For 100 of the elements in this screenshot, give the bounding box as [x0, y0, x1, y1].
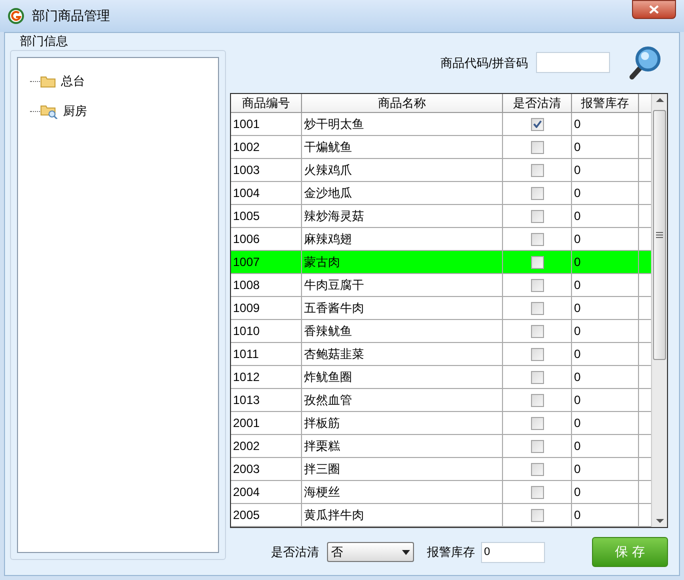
table-cell-text: 1007: [232, 254, 261, 271]
table-cell-text: 五香酱牛肉: [303, 300, 365, 317]
stock-field[interactable]: 0: [481, 542, 545, 562]
scroll-up-icon: [656, 98, 664, 102]
scroll-down-icon: [656, 519, 664, 523]
table-row[interactable]: 2005 黄瓜拌牛肉 0: [231, 504, 651, 527]
table-cell-text: 牛肉豆腐干: [303, 277, 365, 294]
table-row[interactable]: 2002 拌栗糕 0: [231, 435, 651, 458]
checkbox[interactable]: [530, 348, 544, 360]
table-cell-text: 拌板筋: [303, 415, 341, 432]
table-cell-text: 拌栗糕: [303, 438, 341, 455]
table-cell-text: 1005: [232, 208, 261, 225]
table-cell-text: 金沙地瓜: [303, 185, 353, 202]
column-header[interactable]: 是否沽清: [503, 94, 572, 112]
scrollbar[interactable]: [651, 94, 667, 527]
table-cell-text: 1004: [232, 185, 261, 202]
table-cell-text: 火辣鸡爪: [303, 162, 353, 179]
table-row[interactable]: 1013 孜然血管 0: [231, 389, 651, 412]
table-cell-text: 1011: [232, 346, 260, 363]
tree-item[interactable]: 厨房: [62, 102, 88, 120]
window-title: 部门商品管理: [32, 7, 110, 26]
table-cell-text: 2003: [232, 461, 261, 478]
checkbox[interactable]: [530, 486, 544, 498]
table-cell-text: 0: [573, 139, 582, 156]
table-cell-text: 1008: [232, 277, 261, 294]
search-label: 商品代码/拼音码: [440, 54, 528, 72]
table-row[interactable]: 2004 海梗丝 0: [231, 481, 651, 504]
table-row[interactable]: 1007 蒙古肉 0: [231, 251, 651, 274]
checkbox[interactable]: [530, 302, 544, 314]
dropdown-caret-icon: [402, 550, 410, 554]
soldout-label: 是否沽清: [271, 544, 319, 561]
table-cell-text: 0: [573, 369, 582, 386]
table-cell-text: 香辣鱿鱼: [303, 323, 353, 340]
tree-item[interactable]: 总台: [60, 72, 86, 90]
table-row[interactable]: 2001 拌板筋 0: [231, 412, 651, 435]
table-row[interactable]: 1008 牛肉豆腐干 0: [231, 274, 651, 297]
table-cell-text: 炸鱿鱼圈: [303, 369, 353, 386]
table-row[interactable]: 1001 炒干明太鱼 0: [231, 113, 651, 136]
table-cell-text: 0: [573, 438, 582, 455]
checkbox[interactable]: [530, 416, 544, 430]
column-header[interactable]: 商品名称: [302, 94, 503, 112]
stock-label: 报警库存: [427, 544, 475, 561]
close-icon: [649, 5, 659, 14]
table-cell-text: 0: [573, 162, 582, 179]
app-logo-icon: [8, 8, 24, 24]
table-cell-text: 0: [573, 208, 582, 225]
grip-icon: [656, 232, 663, 238]
checkbox[interactable]: [530, 440, 544, 452]
table-cell-text: 1009: [232, 300, 261, 317]
table-row[interactable]: 1006 麻辣鸡翅 0: [231, 228, 651, 251]
table-cell-text: 0: [573, 254, 582, 271]
checkbox[interactable]: [530, 370, 544, 384]
table-row[interactable]: 1005 辣炒海灵菇 0: [231, 205, 651, 228]
table-cell-text: 麻辣鸡翅: [303, 231, 353, 248]
checkbox[interactable]: [530, 256, 544, 268]
table-cell-text: 炒干明太鱼: [303, 116, 365, 133]
close-button[interactable]: [632, 0, 676, 19]
table-cell-text: 0: [573, 323, 582, 340]
checkbox[interactable]: [530, 394, 544, 406]
checkbox[interactable]: [530, 118, 544, 130]
checkbox[interactable]: [530, 164, 544, 176]
table-row[interactable]: 1003 火辣鸡爪 0: [231, 159, 651, 182]
table-row[interactable]: 1012 炸鱿鱼圈 0: [231, 366, 651, 389]
table-cell-text: 黄瓜拌牛肉: [303, 507, 365, 524]
search-icon: [627, 44, 663, 80]
table-cell-text: 0: [573, 415, 582, 432]
table-row[interactable]: 1010 香辣鱿鱼 0: [231, 320, 651, 343]
table-cell-text: 蒙古肉: [303, 254, 341, 271]
soldout-dropdown[interactable]: 否: [327, 542, 414, 562]
table-row[interactable]: 1004 金沙地瓜 0: [231, 182, 651, 205]
table-cell-text: 干煸鱿鱼: [303, 139, 353, 156]
table-cell-text: 辣炒海灵菇: [303, 208, 365, 225]
table-row[interactable]: 1002 干煸鱿鱼 0: [231, 136, 651, 159]
table-cell-text: 0: [573, 346, 582, 363]
checkbox[interactable]: [530, 186, 544, 200]
table-cell-text: 0: [573, 300, 582, 317]
checkbox[interactable]: [530, 508, 544, 522]
table-cell-text: 海梗丝: [303, 484, 341, 501]
checkbox[interactable]: [530, 278, 544, 292]
column-header[interactable]: 报警库存: [572, 94, 639, 112]
checkbox[interactable]: [530, 210, 544, 222]
table-row[interactable]: 2003 拌三圈 0: [231, 458, 651, 481]
checkbox[interactable]: [530, 324, 544, 338]
folder-search-icon: [40, 104, 58, 118]
folder-icon: [40, 74, 56, 88]
column-header[interactable]: 商品编号: [231, 94, 302, 112]
table-cell-text: 0: [573, 116, 582, 133]
group-title: 部门信息: [20, 33, 69, 49]
table-row[interactable]: 1011 杏鲍菇韭菜 0: [231, 343, 651, 366]
scroll-thumb[interactable]: [653, 110, 666, 360]
table-cell-text: 杏鲍菇韭菜: [303, 346, 365, 363]
table-cell-text: 孜然血管: [303, 392, 353, 409]
table-cell-text: 0: [573, 231, 582, 248]
checkbox[interactable]: [530, 462, 544, 476]
table-cell-text: 1012: [232, 369, 261, 386]
table-row[interactable]: 1009 五香酱牛肉 0: [231, 297, 651, 320]
checkbox[interactable]: [530, 232, 544, 246]
table-cell-text: 0: [573, 277, 582, 294]
search-field[interactable]: [536, 52, 610, 73]
checkbox[interactable]: [530, 140, 544, 154]
